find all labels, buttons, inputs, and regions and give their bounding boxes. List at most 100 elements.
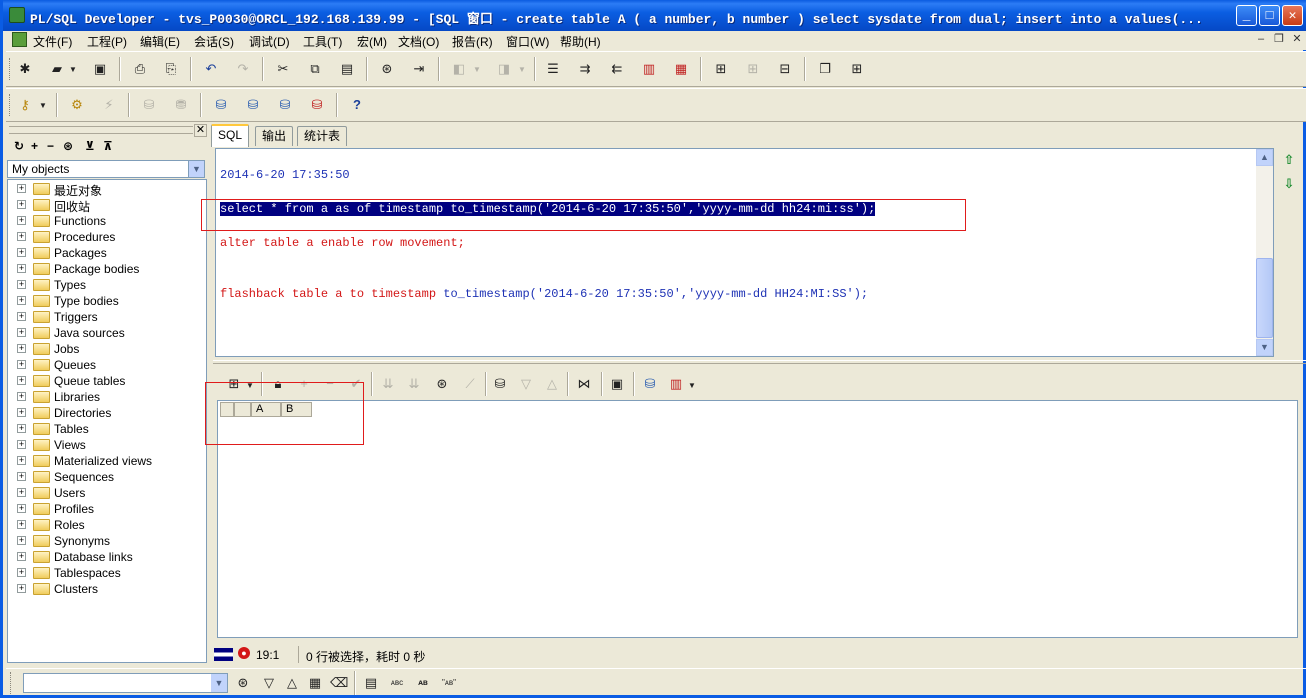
tree-node[interactable]: + Views [8, 437, 204, 453]
menu-debug[interactable]: 调试(D) [249, 33, 290, 50]
database-disconnect-icon[interactable]: ⛁ [308, 96, 326, 114]
clear-highlight-icon[interactable]: ⌫ [330, 674, 348, 692]
expand-icon[interactable]: + [17, 264, 26, 273]
add-icon[interactable]: + [31, 139, 38, 153]
mdi-restore-icon[interactable]: ❐ [1272, 33, 1286, 46]
new-icon[interactable]: ✱ [16, 60, 34, 78]
expand-icon[interactable]: + [17, 424, 26, 433]
tree-node[interactable]: + Queue tables [8, 373, 204, 389]
rollback-icon[interactable]: ⛃ [172, 96, 190, 114]
fetch-last-icon[interactable]: ⇊ [405, 375, 423, 393]
close-button[interactable]: ✕ [1282, 5, 1303, 26]
editor-splitter[interactable] [213, 360, 1306, 364]
editor-scrollbar[interactable]: ▲ ▼ [1256, 149, 1273, 356]
filter-icon[interactable]: ⊻ [85, 139, 95, 153]
tree-node[interactable]: + Users [8, 485, 204, 501]
expand-icon[interactable]: + [17, 504, 26, 513]
print-icon[interactable]: ⎙ [131, 60, 149, 78]
menu-document[interactable]: 文档(O) [398, 33, 439, 50]
tree-node[interactable]: + Sequences [8, 469, 204, 485]
expand-icon[interactable]: + [17, 296, 26, 305]
expand-icon[interactable]: + [17, 184, 26, 193]
sql-editor[interactable]: 2014-6-20 17:35:50 select * from a as of… [215, 148, 1274, 357]
menu-window[interactable]: 窗口(W) [506, 33, 549, 50]
expand-icon[interactable]: + [17, 216, 26, 225]
scroll-down-icon[interactable]: ▼ [1256, 339, 1273, 356]
template-list-icon[interactable]: ⊟ [776, 60, 794, 78]
mdi-minimize-icon[interactable]: – [1254, 33, 1268, 46]
next-statement-icon[interactable]: ⇩ [1281, 176, 1297, 192]
find-icon[interactable]: ⊛ [234, 674, 252, 692]
tree-node[interactable]: + Types [8, 277, 204, 293]
expand-icon[interactable]: + [17, 520, 26, 529]
menu-tools[interactable]: 工具(T) [303, 33, 342, 50]
object-filter-select[interactable]: My objects ▼ [7, 160, 205, 178]
expand-icon[interactable]: + [17, 552, 26, 561]
record-icon[interactable]: ● [238, 647, 250, 659]
forward-dropdown-icon[interactable]: ▼ [517, 61, 527, 79]
help-icon[interactable]: ? [348, 96, 366, 114]
next-row-icon[interactable]: △ [543, 375, 561, 393]
expand-icon[interactable]: + [17, 456, 26, 465]
paste-icon[interactable]: ▤ [338, 60, 356, 78]
find-in-grid-icon[interactable]: ⊛ [433, 375, 451, 393]
menu-report[interactable]: 报告(R) [452, 33, 493, 50]
redo-icon[interactable]: ↷ [234, 60, 252, 78]
menu-session[interactable]: 会话(S) [194, 33, 234, 50]
toolbar-grip[interactable] [9, 58, 12, 80]
uncomment-icon[interactable]: ▦ [672, 60, 690, 78]
expand-icon[interactable]: + [17, 488, 26, 497]
tree-node[interactable]: + Functions [8, 213, 204, 229]
tile-windows-icon[interactable]: ⊞ [848, 60, 866, 78]
expand-icon[interactable]: + [17, 232, 26, 241]
regex-icon[interactable]: ᴀʙ [412, 674, 434, 692]
tree-node[interactable]: + Triggers [8, 309, 204, 325]
open-dropdown-icon[interactable]: ▼ [68, 61, 78, 79]
tree-node[interactable]: + Procedures [8, 229, 204, 245]
scrollbar-thumb[interactable] [1256, 258, 1273, 338]
tree-node[interactable]: + Profiles [8, 501, 204, 517]
tab-sql[interactable]: SQL [211, 124, 250, 147]
remove-icon[interactable]: − [47, 139, 54, 153]
find-object-icon[interactable]: ⊛ [63, 139, 73, 153]
expand-icon[interactable]: + [17, 536, 26, 545]
export-icon[interactable]: ⛁ [641, 375, 659, 393]
tree-node[interactable]: + Java sources [8, 325, 204, 341]
expand-icon[interactable]: + [17, 392, 26, 401]
find-previous-icon[interactable]: ▽ [260, 674, 278, 692]
filter-edit-icon[interactable]: ⊼ [103, 139, 113, 153]
minimize-button[interactable]: _ [1236, 5, 1257, 26]
expand-icon[interactable]: + [17, 280, 26, 289]
document-icon[interactable] [12, 32, 27, 47]
back-dropdown-icon[interactable]: ▼ [472, 61, 482, 79]
back-icon[interactable]: ◧ [450, 60, 468, 78]
expand-icon[interactable]: + [17, 472, 26, 481]
query-by-example-icon[interactable]: ⛁ [491, 375, 509, 393]
whole-word-icon[interactable]: ᴀʙᴄ [386, 674, 408, 692]
expand-icon[interactable]: + [17, 344, 26, 353]
maximize-button[interactable]: □ [1259, 5, 1280, 26]
tree-node[interactable]: + Roles [8, 517, 204, 533]
chart-icon[interactable]: ▥ [667, 375, 685, 393]
match-quoted-icon[interactable]: "ᴀʙ" [438, 674, 460, 692]
close-browser-icon[interactable]: ✕ [194, 124, 207, 137]
unindent-icon[interactable]: ⇇ [608, 60, 626, 78]
expand-icon[interactable]: + [17, 584, 26, 593]
execute-script-icon[interactable]: ☰ [544, 60, 562, 78]
commit-icon[interactable]: ⛁ [140, 96, 158, 114]
title-bar[interactable]: PL/SQL Developer - tvs_P0030@ORCL_192.16… [3, 0, 1306, 31]
expand-icon[interactable]: + [17, 568, 26, 577]
database-icon[interactable]: ⛁ [212, 96, 230, 114]
chevron-down-icon[interactable]: ▼ [211, 674, 227, 692]
database-run-icon[interactable]: ⛁ [276, 96, 294, 114]
tree-node[interactable]: + Libraries [8, 389, 204, 405]
tree-node[interactable]: + Type bodies [8, 293, 204, 309]
tree-node[interactable]: + Tables [8, 421, 204, 437]
execute-gear-icon[interactable]: ⚙ [68, 96, 86, 114]
menu-file[interactable]: 文件(F) [33, 33, 72, 50]
expand-icon[interactable]: + [17, 312, 26, 321]
tree-node[interactable]: + 最近对象 [8, 181, 204, 198]
tree-node[interactable]: + Tablespaces [8, 565, 204, 581]
tree-node[interactable]: + Synonyms [8, 533, 204, 549]
cascade-windows-icon[interactable]: ❐ [816, 60, 834, 78]
